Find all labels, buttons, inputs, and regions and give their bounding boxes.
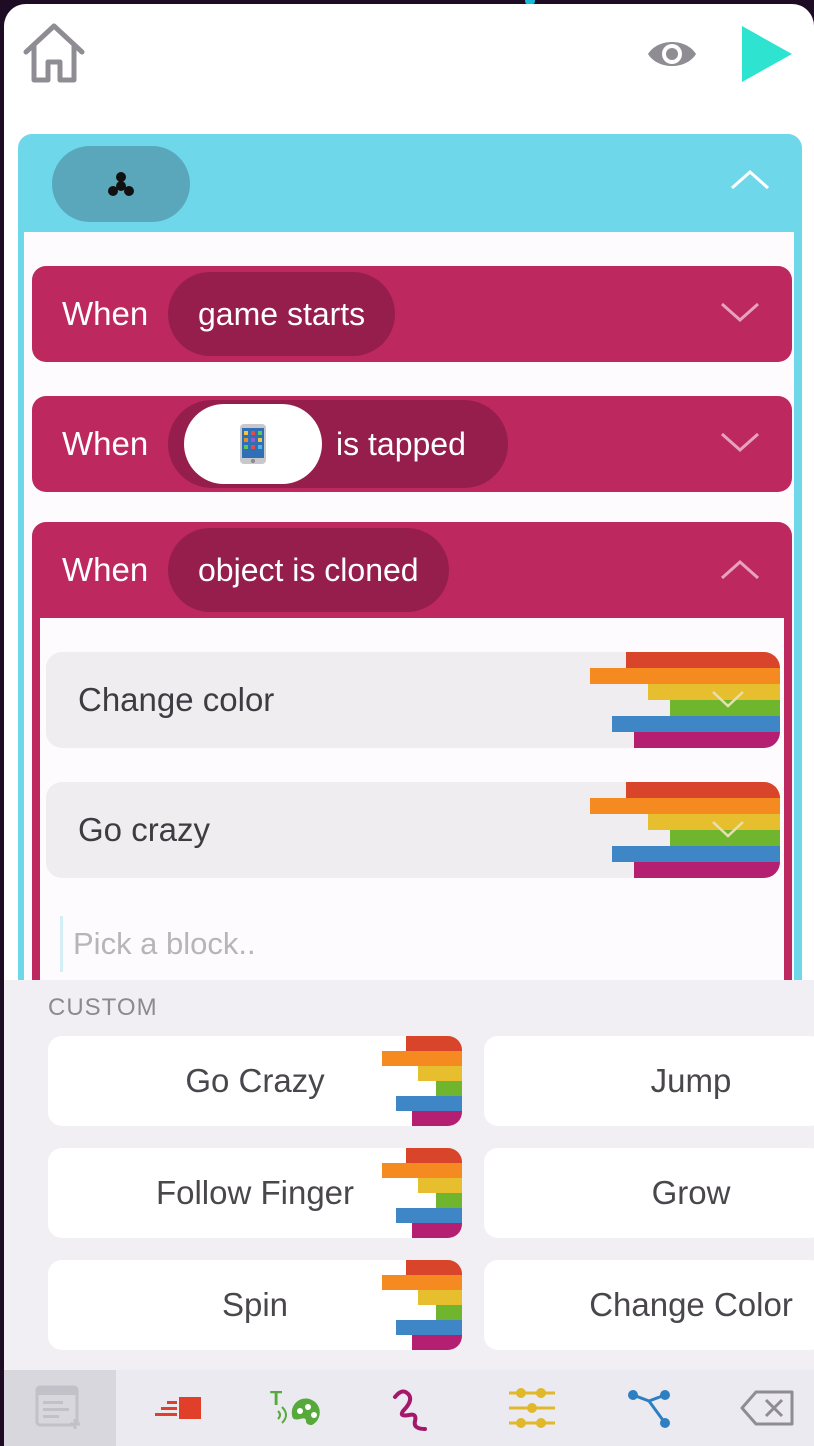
pick-block-placeholder[interactable]: Pick a block.. (60, 916, 256, 972)
rainbow-stripes-icon (382, 1260, 462, 1350)
chevron-down-icon[interactable] (710, 818, 746, 840)
tab-logic[interactable] (594, 1370, 706, 1446)
rainbow-stripes-icon (382, 1036, 462, 1126)
object-header[interactable] (18, 134, 802, 232)
palette-card-jump[interactable]: Jump (484, 1036, 814, 1126)
chevron-up-icon (731, 169, 769, 190)
rule-collapse-button[interactable] (718, 554, 762, 584)
card-label: Change Color (589, 1286, 793, 1323)
rule-game-starts[interactable]: When game starts (32, 266, 792, 362)
category-tab-bar: T (4, 1370, 814, 1446)
svg-text:T: T (270, 1388, 282, 1410)
palette-card-spin[interactable]: Spin (48, 1260, 462, 1350)
rule-when-label: When (62, 295, 149, 332)
object-selector[interactable] (184, 404, 322, 484)
motion-block-icon (155, 1397, 201, 1419)
add-block-icon (35, 1385, 80, 1429)
chevron-down-icon[interactable] (710, 688, 746, 710)
home-button[interactable] (18, 18, 90, 90)
trigger-pill[interactable]: object is cloned (168, 528, 449, 612)
palette-card-follow-finger[interactable]: Follow Finger (48, 1148, 462, 1238)
action-block-go-crazy[interactable]: Go crazy (46, 782, 780, 878)
text-paint-icon: T (270, 1388, 320, 1425)
app-screen: When game starts When is tapped When obj… (4, 4, 814, 1446)
palette-card-grow[interactable]: Grow (484, 1148, 814, 1238)
tab-draw[interactable] (358, 1370, 470, 1446)
rule-expand-button[interactable] (718, 428, 762, 458)
phone-icon (240, 424, 266, 464)
card-label: Jump (650, 1062, 732, 1099)
rule-expand-button[interactable] (718, 298, 762, 328)
trigger-pill[interactable]: is tapped (168, 400, 508, 488)
preview-button[interactable] (644, 32, 700, 76)
sliders-icon (509, 1388, 555, 1428)
trigger-pill[interactable]: game starts (168, 272, 396, 356)
tab-controls[interactable] (476, 1370, 588, 1446)
block-palette: CUSTOM Go Crazy Jump Follow Finger Grow … (4, 980, 814, 1370)
delete-button[interactable] (712, 1370, 814, 1446)
home-icon (23, 23, 85, 83)
top-bar (4, 4, 814, 114)
eye-icon (648, 42, 696, 66)
object-pill[interactable] (52, 146, 190, 222)
object-panel: When game starts When is tapped When obj… (18, 134, 802, 1058)
rule-header[interactable]: When object is cloned (32, 522, 792, 618)
palette-section-title: CUSTOM (48, 994, 158, 1021)
panel-collapse-button[interactable] (728, 164, 772, 194)
rule-when-label: When (62, 425, 149, 462)
chevron-up-icon (721, 559, 759, 580)
rainbow-stripes-icon (590, 652, 780, 748)
rule-is-tapped[interactable]: When is tapped (32, 396, 792, 492)
fidget-spinner-icon (108, 172, 134, 196)
tab-add-block[interactable] (4, 1370, 116, 1446)
action-block-change-color[interactable]: Change color (46, 652, 780, 748)
action-label: Go crazy (78, 811, 211, 848)
tab-looks[interactable]: T (240, 1370, 352, 1446)
backspace-icon (740, 1390, 794, 1426)
palette-card-go-crazy[interactable]: Go Crazy (48, 1036, 462, 1126)
rainbow-stripes-icon (382, 1148, 462, 1238)
branch-icon (628, 1390, 670, 1428)
chevron-down-icon (721, 432, 759, 453)
play-button[interactable] (738, 24, 794, 84)
card-label: Grow (651, 1174, 731, 1211)
chevron-down-icon (721, 302, 759, 323)
rule-object-is-cloned: When object is cloned Change color Go cr… (32, 522, 792, 1058)
play-icon (742, 26, 792, 82)
rules-list: When game starts When is tapped When obj… (24, 232, 794, 1058)
trigger-label: is tapped (336, 426, 466, 462)
draw-squiggle-icon (393, 1389, 427, 1431)
palette-card-change-color[interactable]: Change Color (484, 1260, 814, 1350)
action-label: Change color (78, 681, 275, 718)
tab-motion[interactable] (122, 1370, 234, 1446)
rainbow-stripes-icon (590, 782, 780, 878)
rule-when-label: When (62, 551, 149, 588)
